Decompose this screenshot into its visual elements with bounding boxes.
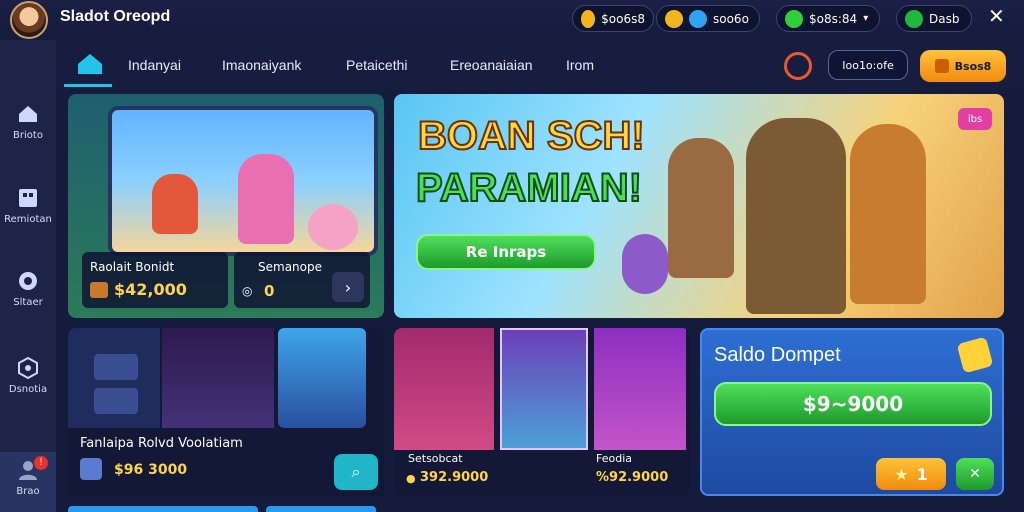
character-goblin-image	[594, 328, 686, 450]
home-tab-icon[interactable]	[76, 52, 104, 76]
banner-cta-button[interactable]: Re Inraps	[416, 234, 596, 270]
promo-icon[interactable]	[784, 52, 812, 80]
notification-badge: !	[34, 456, 48, 470]
currency-a-value: $oo6s8	[601, 11, 645, 26]
banner-headline-2: PARAMIAN!	[415, 165, 643, 211]
coin-icon	[581, 9, 596, 28]
sidebar-item-home[interactable]: Brioto	[0, 102, 56, 141]
arrow-right-icon[interactable]: ›	[332, 272, 364, 302]
chevron-down-icon: ▾	[863, 13, 869, 24]
wallet-card: Saldo Dompet $9~9000 ★ 1 ✕	[700, 328, 1004, 496]
sidebar-item-label: Brao	[16, 486, 40, 497]
sidebar-item-profile[interactable]: Brao !	[0, 452, 56, 512]
sidebar-item-dsnotia[interactable]: Dsnotia	[0, 356, 56, 395]
tab-petaicethi[interactable]: Petaicethi	[346, 57, 407, 73]
close-icon[interactable]: ✕	[988, 4, 1005, 28]
hex-icon	[18, 356, 38, 380]
semanope-value: 0	[264, 282, 275, 300]
mini-tile-1	[94, 354, 138, 380]
mini-game-panel	[68, 328, 160, 428]
mid-card2-title: Feodia	[596, 452, 633, 465]
tab-imaonaiyank[interactable]: Imaonaiyank	[222, 57, 301, 73]
character-wizard-image	[278, 328, 366, 428]
wallet-icon	[956, 336, 994, 374]
gear-icon	[19, 272, 37, 290]
character-warrior	[850, 124, 926, 304]
corner-badge[interactable]: ibs	[958, 108, 992, 130]
bottom-partial-card-2	[266, 506, 376, 512]
sidebar-item-label: Brioto	[13, 130, 43, 141]
yellow-action-label: Bsos8	[954, 59, 992, 73]
sidebar-item-label: Dsnotia	[8, 384, 48, 395]
hero-right-banner[interactable]: BOAN SCH! PARAMIAN! Re Inraps ibs	[394, 94, 1004, 318]
tools-icon[interactable]: ✕	[956, 458, 994, 490]
semanope-title: Semanope	[258, 260, 322, 274]
currency-b-value: soo6o	[713, 11, 749, 26]
active-tab-indicator	[64, 84, 112, 87]
mid-card1-title: Setsobcat	[408, 452, 463, 465]
sidebar-item-label: Sltaer	[13, 297, 43, 308]
coin-small-icon: ●	[406, 472, 416, 485]
coin-outline-icon: ◎	[242, 284, 253, 298]
bonus-card[interactable]: Raolait Bonidt $42,000	[82, 252, 228, 308]
bonus-title: Raolait Bonidt	[90, 260, 175, 274]
small-action-button[interactable]: Ioo1o:ofe	[828, 50, 908, 80]
character-elf-image	[162, 328, 274, 428]
bottom-left-value: $96 3000	[114, 462, 188, 478]
tab-irom[interactable]: Irom	[566, 57, 594, 73]
character-small-mage	[622, 234, 668, 294]
star-button[interactable]: ★ 1	[876, 458, 946, 490]
mid-card2-value: %92.9000	[596, 470, 669, 485]
gem-bag-icon	[665, 9, 683, 28]
tab-bar: Indanyai Imaonaiyank Petaicethi Ereoanai…	[56, 40, 1024, 90]
crate-icon	[80, 458, 102, 480]
app-title: Sladot Oreopd	[60, 8, 171, 25]
currency-pill-coins[interactable]: $oo6s8	[572, 5, 654, 32]
tab-ereoanaiaian[interactable]: Ereoanaiaian	[450, 57, 533, 73]
currency-pill-shield[interactable]: Dasb	[896, 5, 972, 32]
search-icon[interactable]: ⌕	[334, 454, 378, 490]
banner-headline-1: BOAN SCH!	[417, 113, 646, 159]
avatar[interactable]	[10, 1, 48, 39]
bottom-mid-card[interactable]: Setsobcat ● 392.9000 Feodia %92.9000	[394, 328, 690, 496]
sidebar: Brioto Remiotan Sltaer Dsnotia Brao !	[0, 40, 56, 512]
currency-pill-gems[interactable]: soo6o	[656, 5, 760, 32]
currency-pill-cash[interactable]: $o8s:84 ▾	[776, 5, 880, 32]
sidebar-item-settings[interactable]: Sltaer	[0, 269, 56, 308]
bottom-partial-card-1	[68, 506, 258, 512]
mini-tile-2	[94, 388, 138, 414]
character-pig	[308, 204, 358, 250]
currency-c-value: $o8s:84	[809, 11, 858, 26]
chest-icon	[90, 282, 108, 298]
bonus-value: $42,000	[114, 280, 187, 299]
character-armored-hero	[746, 118, 846, 314]
tab-indanyai[interactable]: Indanyai	[128, 57, 181, 73]
character-pink-hair-image	[394, 328, 494, 450]
diamond-icon	[689, 9, 707, 28]
ticket-icon	[934, 59, 949, 73]
shield-icon	[905, 9, 923, 28]
star-icon: ★	[894, 464, 909, 484]
wallet-title: Saldo Dompet	[714, 344, 841, 366]
hero-left-card[interactable]: Raolait Bonidt $42,000 Semanope ◎ 0 ›	[68, 94, 384, 318]
grid-icon	[19, 189, 37, 207]
mid-card1-value: 392.9000	[420, 470, 489, 485]
wallet-balance-button[interactable]: $9~9000	[714, 382, 992, 426]
top-bar: Sladot Oreopd $oo6s8 soo6o $o8s:84 ▾ Das…	[0, 0, 1024, 40]
currency-d-value: Dasb	[929, 11, 960, 26]
star-count: 1	[916, 464, 928, 484]
character-helmet-image	[500, 328, 588, 450]
semanope-card[interactable]: Semanope ◎ 0 ›	[234, 252, 370, 308]
home-icon	[19, 106, 37, 122]
bottom-left-title: Fanlaipa Rolvd Voolatiam	[80, 436, 243, 451]
character-red	[152, 174, 198, 234]
cash-icon	[785, 9, 803, 28]
sidebar-item-remiotan[interactable]: Remiotan	[0, 186, 56, 225]
bottom-left-card[interactable]: Fanlaipa Rolvd Voolatiam $96 3000 ⌕	[68, 328, 384, 496]
sidebar-item-label: Remiotan	[4, 214, 52, 225]
character-archer	[668, 138, 734, 278]
character-pink	[238, 154, 294, 244]
yellow-action-button[interactable]: Bsos8	[920, 50, 1006, 82]
